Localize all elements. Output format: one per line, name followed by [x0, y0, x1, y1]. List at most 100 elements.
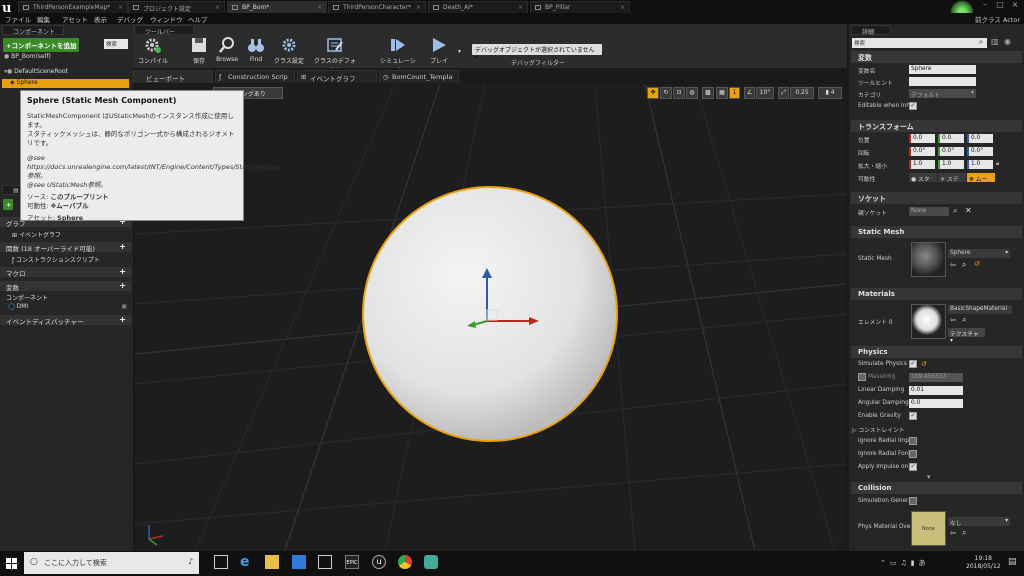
mobility-stationary-option[interactable]: ☀ ステ — [938, 173, 966, 183]
materials-section-header[interactable]: Materials — [851, 288, 1022, 300]
variable-section-header[interactable]: 変数 — [851, 51, 1022, 63]
macros-section[interactable]: マクロ + — [0, 267, 131, 278]
tab-event-graph[interactable]: ⊞ イベントグラフ — [297, 70, 377, 83]
components-search-input[interactable]: 検索 — [104, 39, 128, 49]
mass-override-checkbox[interactable] — [858, 373, 866, 381]
reset-default-icon[interactable]: ↺ — [974, 260, 980, 268]
epic-launcher-icon[interactable]: EPIC — [345, 555, 359, 569]
grid-snap-icon[interactable]: ▦ — [716, 87, 728, 99]
use-selected-icon[interactable]: ⇦ — [950, 261, 956, 269]
static-mesh-select[interactable]: Sphere ▾ — [948, 249, 1010, 258]
play-options-icon[interactable]: ▾ — [458, 48, 461, 55]
rotation-y-field[interactable]: 0.0° — [938, 147, 964, 156]
parent-socket-field[interactable]: None — [909, 207, 949, 216]
enable-gravity-checkbox[interactable]: ✓ — [909, 412, 917, 420]
sphere-mesh[interactable] — [362, 186, 618, 442]
store-icon[interactable] — [292, 555, 306, 569]
grid-snap-value[interactable]: 1 — [729, 87, 740, 99]
windows-start-icon[interactable] — [6, 558, 17, 569]
transform-section-header[interactable]: トランスフォーム — [851, 120, 1022, 132]
tab-bp-pillar[interactable]: BP_Pillar × — [530, 1, 630, 13]
world-space-icon[interactable]: ◍ — [686, 87, 698, 99]
tab-construction-script[interactable]: ƒ Construction Scrip — [215, 70, 295, 83]
add-function-icon[interactable]: + — [119, 242, 126, 251]
phys-material-select[interactable]: なし ▾ — [948, 517, 1010, 527]
dmi-variable[interactable]: ◯ DMI ▣ — [0, 303, 131, 312]
rotate-mode-icon[interactable]: ↻ — [660, 87, 672, 99]
tab-bomcount-template[interactable]: ◷ BomCount_Templa — [379, 70, 459, 83]
scale-snap-value[interactable]: 0.25 — [790, 87, 814, 99]
mobility-static-option[interactable]: ● スタ — [909, 173, 937, 183]
use-selected-icon[interactable]: ⇦ — [950, 316, 956, 324]
functions-section[interactable]: 関数 (18 オーバーライド可能) + — [0, 242, 131, 253]
rotation-z-field[interactable]: 0.0° — [967, 147, 993, 156]
mass-field[interactable]: 109.456337 — [909, 373, 963, 382]
edge-browser-icon[interactable]: e — [240, 555, 254, 569]
use-selected-icon[interactable]: ⇦ — [950, 529, 956, 537]
add-new-button[interactable]: + — [3, 199, 13, 210]
maximize-icon[interactable]: □ — [993, 0, 1007, 10]
tab-death-ai[interactable]: Death_AI* × — [428, 1, 528, 13]
static-mesh-section-header[interactable]: Static Mesh — [851, 226, 1022, 238]
tab-project-settings[interactable]: プロジェクト設定 × — [128, 1, 225, 13]
add-dispatcher-icon[interactable]: + — [119, 315, 126, 324]
menu-debug[interactable]: デバッグ — [117, 14, 143, 24]
self-item[interactable]: ● BP_Bom(self) — [0, 53, 131, 62]
clear-icon[interactable]: ✕ — [965, 206, 972, 215]
material-select[interactable]: BasicShapeMaterial — [948, 305, 1012, 314]
scale-mode-icon[interactable]: ⊡ — [673, 87, 685, 99]
lock-scale-icon[interactable]: 🔒︎ — [996, 160, 999, 168]
linear-damping-field[interactable]: 0.01 — [909, 386, 963, 395]
expand-advanced-icon[interactable]: ▾ — [927, 473, 931, 481]
material-thumbnail[interactable] — [911, 304, 946, 339]
rotation-snap-value[interactable]: 10° — [756, 87, 774, 99]
close-window-icon[interactable]: × — [1008, 0, 1022, 10]
mobility-movable-option[interactable]: ✥ ムー — [967, 173, 995, 183]
static-mesh-thumbnail[interactable] — [911, 242, 946, 277]
translate-mode-icon[interactable]: ✥ — [647, 87, 659, 99]
debug-object-select[interactable]: デバッグオブジェクトが選択されていません ▾ — [472, 44, 602, 61]
reset-default-icon[interactable]: ↺ — [921, 360, 927, 368]
view-options-icon[interactable]: ◉ — [1004, 37, 1011, 46]
find-button[interactable]: Find — [240, 36, 272, 63]
menu-help[interactable]: ヘルプ — [188, 14, 208, 24]
ignore-radial-impulse-checkbox[interactable] — [909, 437, 917, 445]
components-category[interactable]: コンポーネント — [0, 293, 131, 302]
notification-icon[interactable]: ▤ — [1008, 557, 1017, 567]
tab-third-person-character[interactable]: ThirdPersonCharacter* × — [328, 1, 426, 13]
components-panel-header[interactable]: コンポーネント — [2, 25, 64, 36]
toolbar-header[interactable]: ツールバー — [134, 25, 194, 36]
tray-icons[interactable]: ⌃▭♫▮あ — [880, 558, 930, 568]
tab-bp-bom[interactable]: BP_Bom* × — [227, 1, 327, 13]
chrome-icon[interactable] — [398, 555, 412, 569]
tab-viewport[interactable]: ビューポート — [133, 70, 213, 83]
close-icon[interactable]: × — [416, 4, 421, 11]
collision-section-header[interactable]: Collision — [851, 482, 1022, 494]
constraints-group[interactable]: ▷ コンストレイント — [852, 425, 905, 434]
variables-section[interactable]: 変数 + — [0, 281, 131, 292]
play-button[interactable]: プレイ — [425, 36, 453, 65]
texture-button[interactable]: テクスチャ ▾ — [948, 328, 985, 344]
property-matrix-icon[interactable]: ▥ — [991, 37, 999, 46]
mail-icon[interactable] — [318, 555, 332, 569]
taskbar-search-input[interactable]: ここに入力して検索 — [24, 552, 199, 574]
close-icon[interactable]: × — [317, 4, 322, 11]
eye-icon[interactable]: ▣ — [121, 303, 127, 310]
location-z-field[interactable]: 0.0 — [967, 134, 993, 143]
ignore-radial-force-checkbox[interactable] — [909, 450, 917, 458]
menu-view[interactable]: 表示 — [94, 14, 107, 24]
rotation-snap-icon[interactable]: ∠ — [744, 87, 755, 99]
details-header[interactable]: 詳細 — [851, 25, 891, 36]
menu-edit[interactable]: 編集 — [37, 14, 50, 24]
simulation-generates-hit-checkbox[interactable] — [909, 497, 917, 505]
scale-x-field[interactable]: 1.0 — [909, 160, 935, 169]
tab-map[interactable]: ThirdPersonExampleMap* × — [18, 1, 128, 13]
menu-file[interactable]: ファイル — [5, 14, 31, 24]
event-graph-item[interactable]: ⊞ イベントグラフ — [0, 230, 131, 239]
file-explorer-icon[interactable] — [265, 555, 279, 569]
location-x-field[interactable]: 0.0 — [909, 134, 935, 143]
minimize-icon[interactable]: – — [978, 0, 992, 10]
variable-name-field[interactable]: Sphere — [909, 65, 976, 74]
browse-asset-icon[interactable]: ⌕ — [962, 260, 966, 270]
surface-snap-icon[interactable]: ▩ — [702, 87, 714, 99]
